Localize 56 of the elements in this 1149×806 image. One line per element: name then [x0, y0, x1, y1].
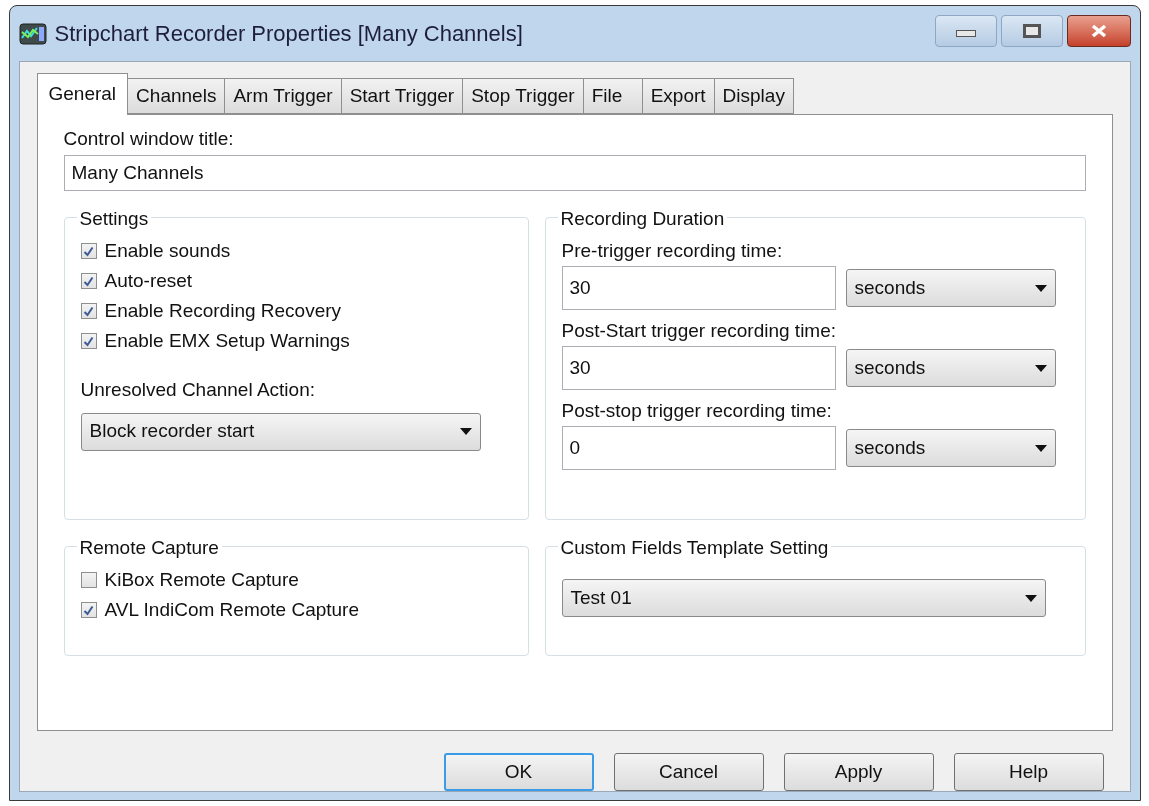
dialog-button[interactable]: OK: [443, 753, 594, 791]
maximize-button[interactable]: [1000, 14, 1063, 47]
dropdown[interactable]: seconds: [845, 429, 1056, 467]
field-label: Post-stop trigger recording time:: [561, 398, 833, 423]
dropdown-arrow-icon: [459, 428, 472, 435]
checkbox[interactable]: [80, 572, 97, 588]
chart-app-icon: [18, 22, 47, 45]
dropdown-arrow-icon: [1024, 594, 1037, 602]
window-title: Stripchart Recorder Properties [Many Channels]: [54, 20, 523, 48]
dropdown[interactable]: seconds: [845, 349, 1056, 387]
tab[interactable]: Start Trigger: [340, 78, 464, 114]
dialog-button[interactable]: Cancel: [613, 753, 764, 791]
field-label: Pre-trigger recording time:: [561, 238, 784, 263]
dropdown-arrow-icon: [1034, 284, 1047, 292]
checkbox-label: KiBox Remote Capture: [104, 567, 299, 592]
checkmark-icon: [83, 335, 94, 347]
close-icon: [1090, 23, 1107, 38]
tab[interactable]: Channels: [127, 78, 226, 114]
tab[interactable]: Stop Trigger: [462, 78, 584, 114]
text-field[interactable]: 0: [561, 426, 836, 470]
tab[interactable]: Arm Trigger: [224, 78, 342, 114]
checkbox-label: AVL IndiCom Remote Capture: [104, 597, 359, 622]
checkbox[interactable]: [80, 602, 97, 618]
text-field[interactable]: 30: [561, 266, 836, 310]
dropdown[interactable]: seconds: [845, 269, 1056, 307]
tab[interactable]: File: [582, 78, 643, 114]
checkbox-label: Auto-reset: [104, 268, 193, 293]
minimize-button[interactable]: [934, 14, 997, 47]
checkbox[interactable]: [80, 303, 97, 319]
dropdown[interactable]: Block recorder start: [80, 412, 481, 451]
checkbox[interactable]: [80, 333, 97, 349]
tab[interactable]: Display: [713, 78, 794, 114]
dialog-button[interactable]: Help: [953, 753, 1104, 791]
checkbox[interactable]: [80, 243, 97, 259]
field-label: Post-Start trigger recording time:: [561, 318, 838, 343]
dropdown-arrow-icon: [1034, 444, 1047, 452]
checkbox-label: Enable Recording Recovery: [104, 298, 342, 323]
tab[interactable]: General: [36, 73, 129, 115]
checkmark-icon: [83, 305, 94, 317]
field-label: Unresolved Channel Action:: [80, 378, 316, 402]
tab[interactable]: Export: [641, 78, 715, 114]
dialog-button[interactable]: Apply: [783, 753, 934, 791]
checkmark-icon: [83, 245, 94, 257]
checkmark-icon: [83, 275, 94, 287]
maximize-icon: [1022, 23, 1041, 38]
dropdown[interactable]: Test 01: [561, 579, 1046, 617]
text-field[interactable]: 30: [561, 346, 836, 390]
field-label: Control window title:: [63, 127, 235, 151]
dropdown-arrow-icon: [1034, 364, 1047, 372]
checkmark-icon: [83, 604, 94, 616]
checkbox-label: Enable sounds: [104, 238, 231, 263]
close-button[interactable]: [1066, 14, 1131, 47]
checkbox-label: Enable EMX Setup Warnings: [104, 328, 350, 353]
minimize-icon: [955, 30, 976, 37]
text-field[interactable]: Many Channels: [63, 155, 1086, 191]
checkbox[interactable]: [80, 273, 97, 289]
